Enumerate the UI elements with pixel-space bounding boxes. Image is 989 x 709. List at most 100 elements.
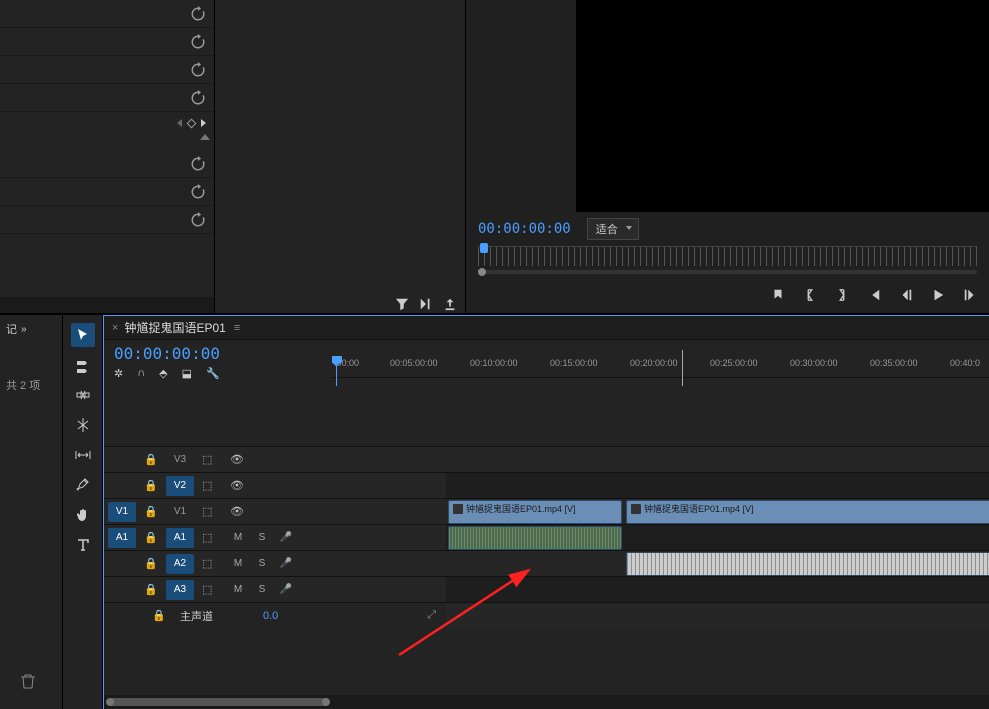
prev-keyframe-icon[interactable]: [177, 119, 182, 127]
clip-a2-a[interactable]: [626, 552, 989, 576]
reset-icon[interactable]: [190, 34, 206, 50]
marker-icon[interactable]: [771, 288, 785, 302]
reset-icon[interactable]: [190, 90, 206, 106]
trash-icon[interactable]: [20, 673, 36, 689]
reset-icon[interactable]: [190, 62, 206, 78]
type-tool[interactable]: [71, 533, 95, 557]
timeline-ruler-area[interactable]: :00:00 00:05:00:00 00:10:00:00 00:15:00:…: [332, 340, 989, 386]
monitor-ruler[interactable]: [478, 246, 977, 266]
monitor-timecode[interactable]: 00:00:00:00: [478, 221, 571, 237]
pen-tool[interactable]: [71, 473, 95, 497]
lane-a2[interactable]: [446, 550, 989, 576]
timeline-hscroll[interactable]: [104, 695, 989, 709]
expand-icon[interactable]: ⤢: [427, 609, 436, 622]
lock-icon[interactable]: 🔒: [144, 479, 160, 492]
step-forward-icon[interactable]: [963, 288, 977, 302]
sync-lock-icon[interactable]: ⬚: [202, 453, 222, 466]
tab-menu-icon[interactable]: ≡: [234, 322, 240, 334]
lock-icon[interactable]: 🔒: [144, 453, 160, 466]
src-patch[interactable]: [108, 554, 136, 574]
ripple-tool[interactable]: [71, 383, 95, 407]
track-target[interactable]: A3: [166, 580, 194, 600]
reset-icon[interactable]: [190, 156, 206, 172]
track-a3-header[interactable]: 🔒 A3 ⬚ M S 🎤: [104, 576, 446, 602]
zoom-select[interactable]: 适合: [587, 218, 639, 240]
clip-v1-a[interactable]: 钟馗捉鬼国语EP01.mp4 [V]: [448, 500, 622, 524]
mic-icon[interactable]: 🎤: [278, 584, 294, 595]
solo-toggle[interactable]: S: [254, 558, 270, 569]
next-keyframe-icon[interactable]: [201, 119, 206, 127]
track-target[interactable]: A1: [166, 528, 194, 548]
mute-toggle[interactable]: M: [230, 532, 246, 543]
lock-icon[interactable]: 🔒: [144, 557, 160, 570]
track-target[interactable]: V2: [166, 476, 194, 496]
track-a2-header[interactable]: 🔒 A2 ⬚ M S 🎤: [104, 550, 446, 576]
clip-a1-a[interactable]: [448, 526, 622, 550]
hand-tool[interactable]: [71, 503, 95, 527]
track-v3-header[interactable]: 🔒 V3 ⬚ 👁: [104, 446, 446, 472]
filter-icon[interactable]: [395, 297, 409, 311]
export-icon[interactable]: [443, 297, 457, 311]
sync-lock-icon[interactable]: ⬚: [202, 531, 222, 544]
close-tab-icon[interactable]: ×: [112, 322, 118, 334]
lock-icon[interactable]: 🔒: [144, 583, 160, 596]
reset-icon[interactable]: [190, 212, 206, 228]
magnet-icon[interactable]: ∩: [137, 367, 145, 380]
playhead[interactable]: [336, 356, 337, 386]
skip-icon[interactable]: [419, 297, 433, 311]
sync-lock-icon[interactable]: ⬚: [202, 557, 222, 570]
lane-a3[interactable]: [446, 576, 989, 602]
reset-icon[interactable]: [190, 184, 206, 200]
lock-icon[interactable]: 🔒: [144, 505, 160, 518]
out-point-icon[interactable]: [835, 288, 849, 302]
play-icon[interactable]: [931, 288, 945, 302]
reset-icon[interactable]: [190, 6, 206, 22]
sync-lock-icon[interactable]: ⬚: [202, 505, 222, 518]
eye-icon[interactable]: 👁: [230, 505, 250, 518]
go-to-in-icon[interactable]: [867, 288, 881, 302]
timeline-content[interactable]: 钟馗捉鬼国语EP01.mp4 [V] 钟馗捉鬼国语EP01.mp4 [V]: [446, 386, 989, 695]
selection-tool[interactable]: [71, 323, 95, 347]
src-patch[interactable]: [108, 476, 136, 496]
marker-icon[interactable]: ⬓: [182, 367, 192, 380]
sequence-title[interactable]: 钟馗捉鬼国语EP01: [124, 319, 225, 336]
track-v2-header[interactable]: 🔒 V2 ⬚ 👁: [104, 472, 446, 498]
solo-toggle[interactable]: S: [254, 532, 270, 543]
video-preview[interactable]: [576, 0, 989, 212]
linked-selection-icon[interactable]: ⬘: [159, 367, 167, 380]
step-back-icon[interactable]: [899, 288, 913, 302]
settings-icon[interactable]: 🔧: [206, 367, 220, 380]
lock-icon[interactable]: 🔒: [144, 531, 160, 544]
src-patch-v1[interactable]: V1: [108, 502, 136, 522]
project-tab[interactable]: 记 »: [6, 321, 56, 337]
timeline-timecode[interactable]: 00:00:00:00: [114, 344, 322, 363]
lane-master[interactable]: [446, 602, 989, 628]
lane-v1[interactable]: 钟馗捉鬼国语EP01.mp4 [V] 钟馗捉鬼国语EP01.mp4 [V]: [446, 498, 989, 524]
slip-tool[interactable]: [71, 443, 95, 467]
lock-icon[interactable]: 🔒: [152, 609, 168, 622]
lane-v3[interactable]: [446, 446, 989, 472]
mute-toggle[interactable]: M: [230, 584, 246, 595]
track-v1-header[interactable]: V1 🔒 V1 ⬚ 👁: [104, 498, 446, 524]
eye-icon[interactable]: 👁: [230, 453, 250, 466]
sync-lock-icon[interactable]: ⬚: [202, 583, 222, 596]
sync-lock-icon[interactable]: ⬚: [202, 479, 222, 492]
lane-a1[interactable]: [446, 524, 989, 550]
track-select-tool[interactable]: [71, 353, 95, 377]
track-target[interactable]: V3: [166, 450, 194, 470]
timeline-ruler[interactable]: :00:00 00:05:00:00 00:10:00:00 00:15:00:…: [332, 358, 989, 378]
effects-hscroll[interactable]: [0, 297, 214, 313]
src-patch[interactable]: [108, 580, 136, 600]
monitor-scrub[interactable]: [478, 270, 977, 274]
clip-v1-b[interactable]: 钟馗捉鬼国语EP01.mp4 [V]: [626, 500, 989, 524]
track-target[interactable]: V1: [166, 502, 194, 522]
expand-icon[interactable]: [200, 134, 210, 140]
add-keyframe-icon[interactable]: [187, 118, 197, 128]
master-track-header[interactable]: 🔒 主声道 0.0 ⤢: [104, 602, 446, 628]
track-a1-header[interactable]: A1 🔒 A1 ⬚ M S 🎤: [104, 524, 446, 550]
src-patch[interactable]: [108, 450, 136, 470]
in-point-icon[interactable]: [803, 288, 817, 302]
razor-tool[interactable]: [71, 413, 95, 437]
mic-icon[interactable]: 🎤: [278, 558, 294, 569]
snap-icon[interactable]: ✲: [114, 367, 123, 380]
